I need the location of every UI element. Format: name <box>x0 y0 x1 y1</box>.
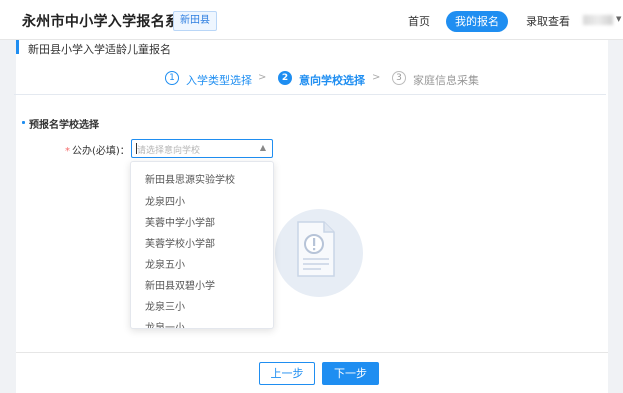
chevron-right-icon: > <box>372 72 381 83</box>
required-mark: * <box>65 146 70 157</box>
divider <box>16 352 608 353</box>
step-indicator: 1 入学类型选择 > 2 意向学校选择 > 3 家庭信息采集 <box>16 63 608 93</box>
step-2-label: 意向学校选择 <box>299 74 365 87</box>
dropdown-option[interactable]: 新田县双碧小学 <box>145 277 215 292</box>
step-1-number: 1 <box>165 71 179 85</box>
school-dropdown-list[interactable]: 新田县思源实验学校 龙泉四小 芙蓉中学小学部 芙蓉学校小学部 龙泉五小 新田县双… <box>130 161 274 329</box>
chevron-right-icon: > <box>258 72 267 83</box>
next-step-button[interactable]: 下一步 <box>322 362 379 385</box>
page-gutter <box>616 40 623 393</box>
panel-title-accent <box>16 40 19 54</box>
prev-step-button[interactable]: 上一步 <box>259 362 315 385</box>
nav-result-query[interactable]: 录取查看 <box>526 13 570 29</box>
step-3-number: 3 <box>392 71 406 85</box>
dropdown-option[interactable]: 龙泉四小 <box>145 193 185 208</box>
county-tag[interactable]: 新田县 <box>173 11 217 31</box>
system-title: 永州市中小学入学报名系统 <box>22 14 194 30</box>
public-school-label: * 公办(必填)： <box>65 142 130 157</box>
divider <box>14 94 606 95</box>
step-1-label: 入学类型选择 <box>186 74 252 87</box>
document-alert-icon <box>297 221 335 277</box>
dropdown-option[interactable]: 芙蓉学校小学部 <box>145 235 215 250</box>
section-bullet <box>22 121 25 124</box>
dropdown-option[interactable]: 龙泉一小 <box>145 319 185 328</box>
chevron-up-icon[interactable]: ▲ <box>260 143 266 152</box>
dropdown-option[interactable]: 芙蓉中学小学部 <box>145 214 215 229</box>
select-placeholder: 请选择意向学校 <box>137 146 201 156</box>
section-title: 预报名学校选择 <box>29 120 99 131</box>
dropdown-option[interactable]: 龙泉五小 <box>145 256 185 271</box>
dropdown-option[interactable]: 龙泉三小 <box>145 298 185 313</box>
nav-my-signup[interactable]: 我的报名 <box>446 11 508 32</box>
empty-state-illustration <box>275 209 363 297</box>
panel-title: 新田县小学入学适龄儿童报名 <box>28 43 171 56</box>
user-name-blurred[interactable] <box>583 15 613 25</box>
dropdown-option[interactable]: 新田县思源实验学校 <box>145 171 235 186</box>
step-2-number: 2 <box>278 71 292 85</box>
user-menu-caret-icon[interactable]: ▼ <box>616 15 621 23</box>
public-school-label-text: 公办(必填)： <box>72 146 130 157</box>
step-3-label: 家庭信息采集 <box>413 74 479 87</box>
nav-home[interactable]: 首页 <box>408 13 430 29</box>
public-school-select[interactable]: 请选择意向学校 ▲ <box>131 139 273 158</box>
top-bar: 永州市中小学入学报名系统 新田县 首页 我的报名 录取查看 ▼ <box>0 0 623 40</box>
